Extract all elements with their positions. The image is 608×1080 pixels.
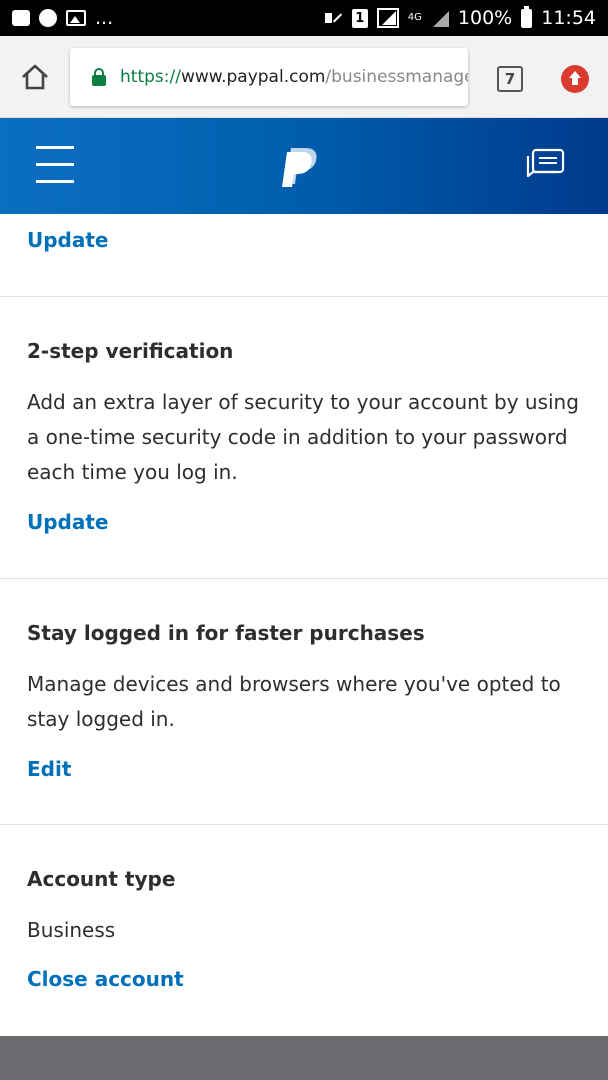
two-step-line: Add an extra layer of security to your a… [27,390,579,414]
paypal-logo[interactable] [282,146,318,188]
clock: 11:54 [541,7,596,29]
status-left: ... [12,7,113,29]
mute-icon [323,9,343,27]
account-type-value: Business [27,918,116,942]
browser-toolbar: https://www.paypal.com/businessmanage/ 7 [0,36,608,118]
section-two-step-verification: 2-step verification Add an extra layer o… [0,296,608,578]
two-step-line: a one-time security code in addition to … [27,425,568,449]
stay-logged-in-title: Stay logged in for faster purchases [27,621,425,645]
sim-icon: 1 [351,8,368,28]
signal-icon [376,8,399,28]
two-step-line: each time you log in. [27,460,238,484]
status-bar: ... 1 4G 100% 11:54 [0,0,608,36]
close-account-link[interactable]: Close account [27,967,184,991]
two-step-description: Add an extra layer of security to your a… [27,385,579,490]
two-step-update-link[interactable]: Update [27,510,109,534]
stay-logged-in-line: Manage devices and browsers where you've… [27,672,561,696]
messages-icon[interactable] [525,148,565,182]
update-icon[interactable] [561,65,589,93]
stay-logged-in-edit-link[interactable]: Edit [27,757,71,781]
security-settings-content: Update 2-step verification Add an extra … [0,214,608,1036]
signal-bars-icon [431,9,449,27]
messenger-notification-icon [39,9,57,27]
status-right: 1 4G 100% 11:54 [323,5,596,29]
hamburger-menu-icon[interactable] [36,146,74,186]
paypal-header [0,118,608,214]
battery-percent: 100% [457,7,513,29]
address-bar[interactable]: https://www.paypal.com/businessmanage/ [70,48,468,106]
url-host: www.paypal.com [180,67,326,87]
url-path: /businessmanage/ [325,67,468,87]
battery-icon [521,5,533,28]
account-type-title: Account type [27,867,176,891]
image-notification-icon [66,10,86,26]
home-icon[interactable] [20,63,50,91]
stay-logged-in-description: Manage devices and browsers where you've… [27,667,561,737]
update-link[interactable]: Update [27,228,109,252]
section-account-type: Account type Business Close account [0,824,608,1036]
url-protocol: https:// [120,67,181,87]
chat-notification-icon [12,10,30,26]
two-step-title: 2-step verification [27,339,234,363]
network-type: 4G [407,12,422,23]
tabs-icon[interactable]: 7 [497,66,523,92]
url-text[interactable]: https://www.paypal.com/businessmanage/ [120,67,468,87]
stay-logged-in-line: stay logged in. [27,707,175,731]
lock-icon [92,68,106,86]
more-notifications-indicator: ... [95,7,114,29]
footer-bar [0,1036,608,1080]
section-stay-logged-in: Stay logged in for faster purchases Mana… [0,578,608,824]
section-previous: Update [0,214,608,296]
